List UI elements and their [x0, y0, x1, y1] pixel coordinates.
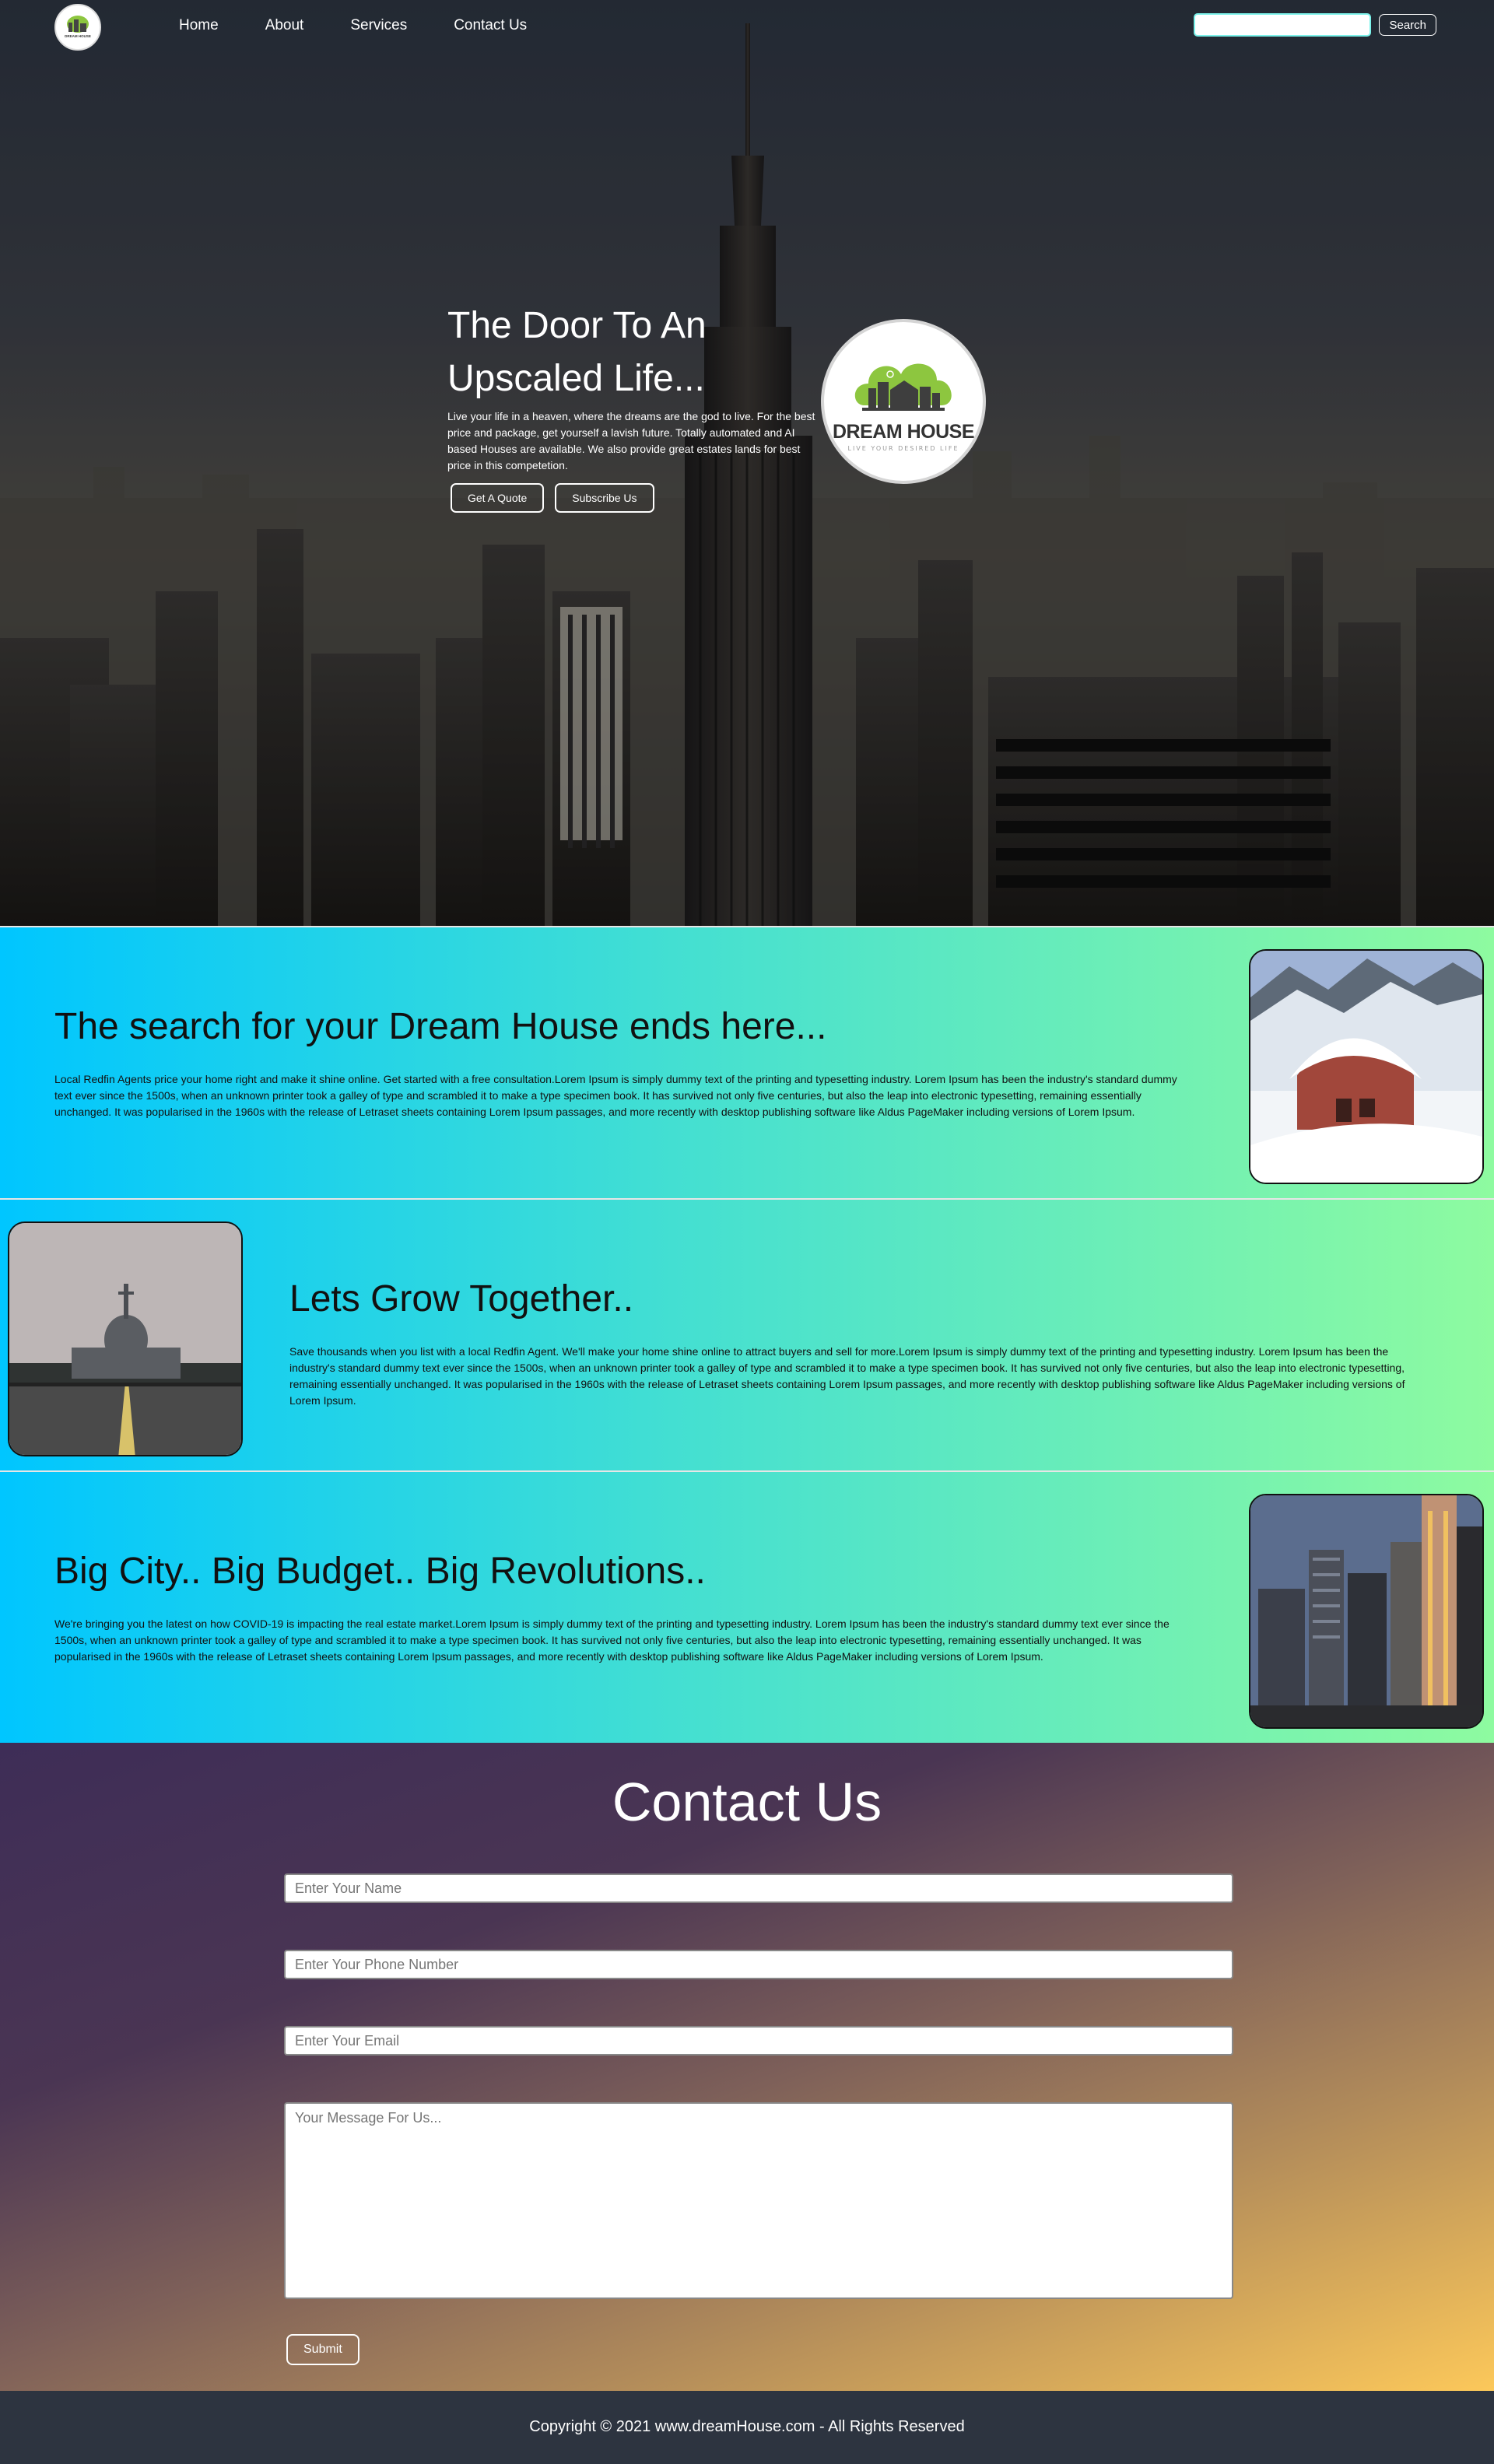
feature-title: The search for your Dream House ends her… — [54, 1006, 827, 1047]
nav-links: Home About Services Contact Us — [179, 17, 527, 34]
name-input[interactable] — [284, 1873, 1233, 1903]
feature-body: We're bringing you the latest on how COV… — [54, 1618, 1170, 1663]
feature-body: Save thousands when you list with a loca… — [289, 1345, 1405, 1407]
feature-title: Big City.. Big Budget.. Big Revolutions.… — [54, 1551, 706, 1592]
nav-link-home[interactable]: Home — [179, 17, 219, 34]
subscribe-button[interactable]: Subscribe Us — [555, 483, 654, 513]
nav-link-about[interactable]: About — [265, 17, 304, 34]
hero-logo-tagline: LIVE YOUR DESIRED LIFE — [847, 445, 959, 452]
feature-grow-together: Lets Grow Together.. Save thousands when… — [0, 1198, 1494, 1470]
hero-content: The Door To An Upscaled Life... Live you… — [447, 300, 821, 513]
dream-house-logo-icon — [854, 363, 952, 411]
house-logo-icon: DREAM HOUSE — [65, 16, 91, 38]
message-textarea[interactable] — [284, 2102, 1233, 2299]
feature-body: Local Redfin Agents price your home righ… — [54, 1073, 1177, 1118]
feature-title: Lets Grow Together.. — [289, 1278, 634, 1320]
hero-title-line1: The Door To An — [447, 305, 707, 346]
nav-link-contact[interactable]: Contact Us — [454, 17, 527, 34]
email-input[interactable] — [284, 2026, 1233, 2056]
nav-logo-text: DREAM HOUSE — [65, 34, 91, 38]
phone-input[interactable] — [284, 1950, 1233, 1979]
get-quote-button[interactable]: Get A Quote — [451, 483, 545, 513]
copyright-text: Copyright © 2021 www.dreamHouse.com - Al… — [529, 2417, 965, 2435]
contact-section: Contact Us Submit — [0, 1743, 1494, 2391]
hero-title-line2: Upscaled Life... — [447, 358, 705, 399]
nav-logo[interactable]: DREAM HOUSE — [54, 4, 101, 51]
hero-buttons: Get A Quote Subscribe Us — [447, 483, 821, 513]
monument-image — [8, 1221, 243, 1456]
hero-description: Live your life in a heaven, where the dr… — [447, 410, 815, 471]
search-input[interactable] — [1194, 13, 1372, 37]
snow-house-image — [1249, 949, 1484, 1184]
contact-title: Contact Us — [612, 1772, 882, 1832]
hero-logo: DREAM HOUSE LIVE YOUR DESIRED LIFE — [821, 319, 986, 484]
top-navbar: DREAM HOUSE Home About Services Contact … — [0, 0, 1494, 54]
hero-logo-brand: DREAM HOUSE — [832, 421, 975, 443]
city-buildings-image — [1249, 1494, 1484, 1729]
hero-title: The Door To An Upscaled Life... — [447, 300, 821, 405]
search-button[interactable]: Search — [1379, 14, 1436, 36]
nav-link-services[interactable]: Services — [350, 17, 407, 34]
hero-section: The Door To An Upscaled Life... Live you… — [0, 0, 1494, 926]
feature-dream-house: The search for your Dream House ends her… — [0, 926, 1494, 1198]
feature-big-city: Big City.. Big Budget.. Big Revolutions.… — [0, 1470, 1494, 1743]
footer: Copyright © 2021 www.dreamHouse.com - Al… — [0, 2391, 1494, 2462]
nav-search: Search — [1194, 13, 1436, 37]
submit-button[interactable]: Submit — [286, 2334, 359, 2365]
